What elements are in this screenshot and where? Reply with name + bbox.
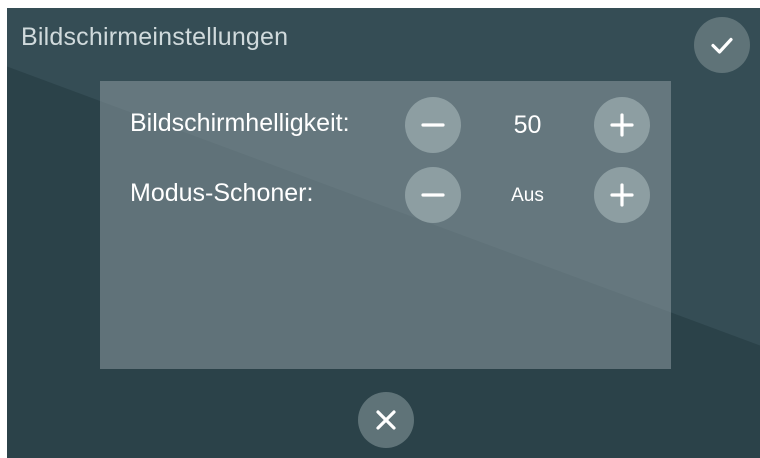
plus-icon <box>610 183 634 207</box>
plus-icon <box>610 113 634 137</box>
confirm-button[interactable] <box>694 17 750 73</box>
settings-screen: Bildschirmeinstellungen Bildschirmhellig… <box>7 8 760 458</box>
screensaver-mode-label: Modus-Schoner: <box>130 179 314 207</box>
screensaver-mode-value: Aus <box>511 185 544 206</box>
brightness-setting-row: Bildschirmhelligkeit: 50 <box>100 97 671 153</box>
minus-icon <box>421 123 445 127</box>
screensaver-mode-increase-button[interactable] <box>594 167 650 223</box>
screensaver-mode-decrease-button[interactable] <box>405 167 461 223</box>
page-title: Bildschirmeinstellungen <box>21 23 289 51</box>
settings-panel: Bildschirmhelligkeit: 50 Modus-Schoner: <box>100 81 671 369</box>
brightness-label: Bildschirmhelligkeit: <box>130 109 350 137</box>
brightness-increase-button[interactable] <box>594 97 650 153</box>
brightness-value: 50 <box>513 111 542 139</box>
cancel-button[interactable] <box>358 392 414 448</box>
screensaver-mode-setting-row: Modus-Schoner: Aus <box>100 167 671 223</box>
minus-icon <box>421 193 445 197</box>
checkmark-icon <box>711 37 733 54</box>
close-icon <box>376 410 396 430</box>
brightness-decrease-button[interactable] <box>405 97 461 153</box>
